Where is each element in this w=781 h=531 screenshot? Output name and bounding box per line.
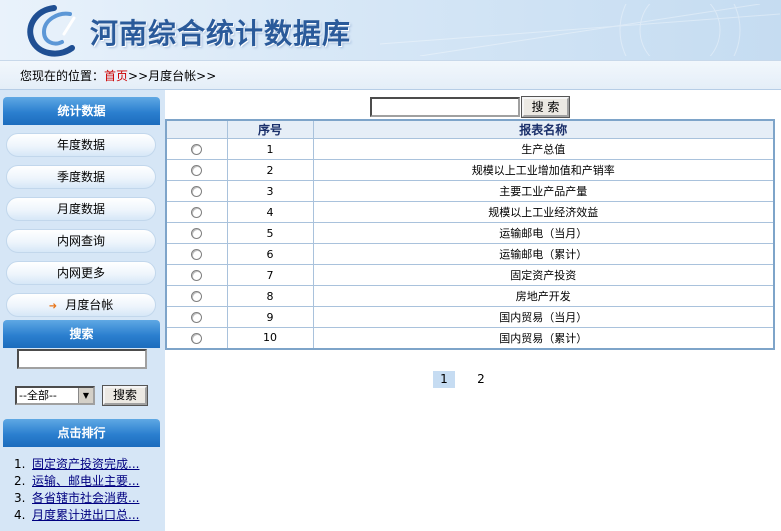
table-row[interactable]: 2 规模以上工业增加值和产销率	[165, 159, 775, 181]
table-row[interactable]: 10 国内贸易（累计）	[165, 327, 775, 349]
column-header-select	[165, 119, 228, 139]
report-search-input[interactable]	[370, 97, 520, 117]
row-report-name[interactable]: 国内贸易（累计）	[312, 327, 775, 349]
table-row[interactable]: 5 运输邮电（当月）	[165, 222, 775, 244]
sidebar-search-button[interactable]: 搜索	[102, 385, 148, 406]
site-title: 河南综合统计数据库	[90, 17, 352, 50]
table-row[interactable]: 9 国内贸易（当月）	[165, 306, 775, 328]
breadcrumb-home-link[interactable]: 首页	[104, 69, 128, 83]
header-banner: 河南综合统计数据库	[0, 0, 781, 60]
row-number: 3	[226, 180, 314, 202]
breadcrumb: 您现在的位置：首页>>月度台帐>>	[0, 60, 781, 90]
row-radio[interactable]	[191, 186, 203, 197]
sidebar-item-monthly-ledger[interactable]: ➜ 月度台帐	[6, 293, 156, 317]
row-report-name[interactable]: 规模以上工业经济效益	[312, 201, 775, 223]
sidebar-item-annual-data[interactable]: 年度数据	[6, 133, 156, 157]
row-number: 8	[226, 285, 314, 307]
row-number: 2	[226, 159, 314, 181]
sidebar-category-select-value: --全部--	[19, 389, 57, 402]
breadcrumb-prefix: 您现在的位置：	[20, 69, 105, 83]
list-item: 1. 固定资产投资完成...	[14, 457, 140, 471]
header-decoration	[380, 4, 780, 56]
row-report-name[interactable]: 固定资产投资	[312, 264, 775, 286]
ranking-link[interactable]: 运输、邮电业主要...	[32, 474, 139, 488]
pagination: 12	[433, 371, 507, 388]
row-number: 1	[226, 138, 314, 160]
column-header-number: 序号	[226, 119, 314, 139]
sidebar-item-monthly-ledger-label: 月度台帐	[65, 298, 114, 312]
sidebar-section-ranking-title: 点击排行	[3, 419, 160, 447]
sidebar-item-monthly-data[interactable]: 月度数据	[6, 197, 156, 221]
row-radio[interactable]	[191, 207, 203, 218]
ranking-link[interactable]: 月度累计进出口总...	[32, 508, 139, 522]
ranking-link[interactable]: 各省辖市社会消费...	[32, 491, 139, 505]
row-report-name[interactable]: 规模以上工业增加值和产销率	[312, 159, 775, 181]
list-item: 4. 月度累计进出口总...	[14, 508, 140, 522]
row-number: 10	[226, 327, 314, 349]
row-number: 5	[226, 222, 314, 244]
row-number: 9	[226, 306, 314, 328]
sidebar-section-search-title: 搜索	[3, 320, 160, 348]
page-link-2[interactable]: 2	[470, 371, 492, 388]
ranking-link[interactable]: 固定资产投资完成...	[32, 457, 139, 471]
sidebar-item-intranet-query[interactable]: 内网查询	[6, 229, 156, 253]
report-table: 序号 报表名称 1 生产总值 2 规模以上工业增加值和产销率 3 主要工业产品产量 4…	[165, 119, 775, 350]
chevron-down-icon[interactable]: ▼	[78, 388, 93, 403]
main-content: 搜 索 序号 报表名称 1 生产总值 2 规模以上工业增加值和产销率 3 主要工业产品…	[165, 90, 781, 531]
table-row[interactable]: 3 主要工业产品产量	[165, 180, 775, 202]
page-link-1[interactable]: 1	[433, 371, 455, 388]
sidebar-section-stats-title: 统计数据	[3, 97, 160, 125]
row-radio[interactable]	[191, 270, 203, 281]
row-radio[interactable]	[191, 291, 203, 302]
row-report-name[interactable]: 运输邮电（累计）	[312, 243, 775, 265]
table-row[interactable]: 7 固定资产投资	[165, 264, 775, 286]
row-number: 7	[226, 264, 314, 286]
row-radio[interactable]	[191, 228, 203, 239]
row-report-name[interactable]: 运输邮电（当月）	[312, 222, 775, 244]
breadcrumb-current: >>月度台帐>>	[128, 69, 217, 83]
sidebar-category-select[interactable]: --全部-- ▼	[15, 386, 95, 405]
row-report-name[interactable]: 主要工业产品产量	[312, 180, 775, 202]
arrow-right-icon: ➜	[48, 301, 58, 312]
row-radio[interactable]	[191, 144, 203, 155]
row-radio[interactable]	[191, 332, 203, 344]
row-report-name[interactable]: 房地产开发	[312, 285, 775, 307]
table-row[interactable]: 8 房地产开发	[165, 285, 775, 307]
sidebar: 统计数据 年度数据 季度数据 月度数据 内网查询 内网更多 ➜ 月度台帐 搜索 -…	[0, 90, 165, 531]
list-item: 3. 各省辖市社会消费...	[14, 491, 140, 505]
list-item: 2. 运输、邮电业主要...	[14, 474, 140, 488]
sidebar-item-quarterly-data[interactable]: 季度数据	[6, 165, 156, 189]
sidebar-search-input[interactable]	[17, 349, 147, 369]
row-number: 4	[226, 201, 314, 223]
row-number: 6	[226, 243, 314, 265]
row-radio[interactable]	[191, 312, 203, 323]
logo-swirl-icon	[27, 5, 76, 57]
row-report-name[interactable]: 国内贸易（当月）	[312, 306, 775, 328]
row-radio[interactable]	[191, 249, 203, 260]
row-report-name[interactable]: 生产总值	[312, 138, 775, 160]
table-row[interactable]: 1 生产总值	[165, 138, 775, 160]
table-row[interactable]: 6 运输邮电（累计）	[165, 243, 775, 265]
sidebar-item-intranet-more[interactable]: 内网更多	[6, 261, 156, 285]
report-search-button[interactable]: 搜 索	[521, 96, 570, 118]
table-header-row: 序号 报表名称	[165, 119, 775, 139]
column-header-report-name: 报表名称	[312, 119, 775, 139]
table-row[interactable]: 4 规模以上工业经济效益	[165, 201, 775, 223]
ranking-list: 1. 固定资产投资完成... 2. 运输、邮电业主要... 3. 各省辖市社会消费..…	[14, 455, 159, 523]
row-radio[interactable]	[191, 165, 203, 176]
